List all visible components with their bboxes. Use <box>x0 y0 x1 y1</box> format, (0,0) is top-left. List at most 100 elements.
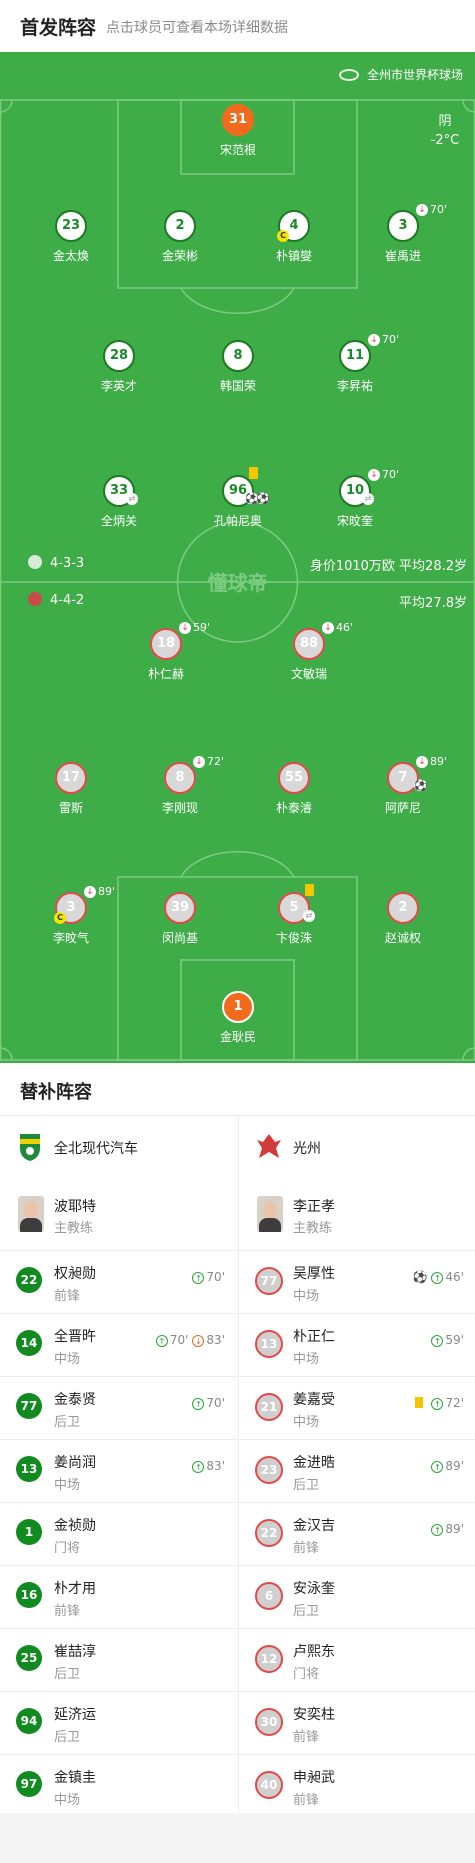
away-player-3[interactable]: 3 C ↓ 89' 李旼气 <box>26 885 116 946</box>
weather-condition: 阴 <box>438 114 452 129</box>
sub-row-away-40[interactable]: 40 申昶武 前锋 <box>239 1754 475 1818</box>
sub-row-away-21[interactable]: 21 姜嘉受 中场 ↑ 72' <box>239 1376 475 1440</box>
goal-icon: ⚽ <box>412 1270 428 1284</box>
away-player-7[interactable]: 7 ⚽ ↓ 89' 阿萨尼 <box>358 755 448 816</box>
sub-row-away-6[interactable]: 6 安泳奎 后卫 <box>239 1565 475 1629</box>
sub-row-away-13[interactable]: 13 朴正仁 中场 ↑ 59' <box>239 1313 475 1377</box>
sub-row-home-25[interactable]: 25 崔喆淳 后卫 <box>0 1628 237 1692</box>
sub-out-icon: ↓ <box>84 886 96 898</box>
home-player-96[interactable]: 96 ⚽ ⚽ 孔帕尼奥 <box>193 467 283 529</box>
sub-out-icon: ↓ <box>322 622 334 634</box>
away-subs-column: 光州 李正孝 主教练 77 吴厚性 中场 ⚽ ↑ 46' 13 朴正仁 中场 ↑ 59' 21 姜嘉… <box>238 1116 475 1813</box>
home-team-name: 全北现代汽车 <box>54 1141 138 1157</box>
yellow-card-icon <box>415 1397 424 1408</box>
sub-in-icon: ↑ <box>431 1398 444 1410</box>
sub-out-icon: ↓ <box>179 622 191 634</box>
away-team-logo-icon <box>257 1134 281 1158</box>
away-formation: 4-4-2 <box>28 592 84 608</box>
home-subs-column: 全北现代汽车 波耶特 主教练 22 权昶勋 前锋 ↑ 70' 14 全晋旿 中场 ↑ 70' ↓ 8… <box>0 1116 237 1813</box>
page-title: 首发阵容 <box>20 17 97 39</box>
assist-icon: ⇄ <box>362 493 374 505</box>
sub-row-away-77[interactable]: 77 吴厚性 中场 ⚽ ↑ 46' <box>239 1250 475 1314</box>
sub-in-icon: ↑ <box>431 1524 444 1536</box>
sub-row-away-23[interactable]: 23 金进晧 后卫 ↑ 89' <box>239 1439 475 1503</box>
home-team-logo-icon <box>20 1134 40 1161</box>
home-player-33[interactable]: 33 ⇄ 全炳关 <box>74 475 164 529</box>
home-player-23[interactable]: 23 金太焕 <box>26 210 116 264</box>
sub-row-away-22[interactable]: 22 金汉吉 前锋 ↑ 89' <box>239 1502 475 1566</box>
subs-title: 替补阵容 <box>20 1082 92 1103</box>
sub-row-home-22[interactable]: 22 权昶勋 前锋 ↑ 70' <box>0 1250 237 1314</box>
yellow-card-icon <box>305 884 314 896</box>
home-player-8[interactable]: 8 韩国荣 <box>193 340 283 394</box>
coach-avatar <box>257 1196 283 1232</box>
goal-icon: ⚽ <box>245 492 259 505</box>
home-player-3[interactable]: 3 ↓ 70' 崔禹进 <box>358 203 448 264</box>
sub-in-icon: ↑ <box>431 1461 444 1473</box>
weather: 阴 -2°C <box>420 112 470 150</box>
home-player-4[interactable]: 4 C 朴镇燮 <box>249 210 339 264</box>
goal-icon: ⚽ <box>256 492 270 505</box>
stadium-icon <box>338 69 359 81</box>
sub-row-home-16[interactable]: 16 朴才用 前锋 <box>0 1565 237 1629</box>
sub-out-icon: ↓ <box>416 204 428 216</box>
sub-out-icon: ↓ <box>368 334 380 346</box>
away-player-17[interactable]: 17 雷斯 <box>26 762 116 816</box>
sub-in-icon: ↑ <box>192 1272 205 1284</box>
page-subtitle: 点击球员可查看本场详细数据 <box>106 20 288 36</box>
home-player-31[interactable]: 31 宋范根 <box>193 104 283 158</box>
home-player-11[interactable]: 11 ↓ 70' 李昇祐 <box>310 333 400 394</box>
subs-header: 替补阵容 <box>0 1063 475 1116</box>
coach-role: 主教练 <box>54 1221 94 1236</box>
away-player-55[interactable]: 55 朴泰濬 <box>249 762 339 816</box>
sub-row-home-97[interactable]: 97 金镇圭 中场 <box>0 1754 237 1818</box>
home-team-value: 身价1010万欧 平均28.2岁 <box>309 559 467 574</box>
goal-icon: ⚽ <box>414 779 428 792</box>
assist-icon: ⇄ <box>303 910 315 922</box>
captain-icon: C <box>277 230 289 242</box>
yellow-card-icon <box>249 467 258 479</box>
sub-out-icon: ↓ <box>416 756 428 768</box>
venue-name: 全州市世界杯球场 <box>366 68 463 82</box>
coach-name: 波耶特 <box>54 1199 96 1215</box>
captain-icon: C <box>54 912 66 924</box>
home-coach[interactable]: 波耶特 主教练 <box>0 1190 230 1240</box>
sub-out-icon: ↓ <box>368 469 380 481</box>
away-player-5[interactable]: 5 ⇄ 卞俊洙 <box>249 884 339 946</box>
subs-panel: 全北现代汽车 波耶特 主教练 22 权昶勋 前锋 ↑ 70' 14 全晋旿 中场 ↑ 70' ↓ 8… <box>0 1116 475 1813</box>
sub-row-home-77[interactable]: 77 金泰贤 后卫 ↑ 70' <box>0 1376 237 1440</box>
sub-out-icon: ↓ <box>192 1335 205 1347</box>
sub-in-icon: ↑ <box>431 1335 444 1347</box>
away-player-18[interactable]: 18 ↓ 59' 朴仁赫 <box>121 621 211 682</box>
away-player-39[interactable]: 39 闵尚基 <box>135 892 225 946</box>
sub-in-icon: ↑ <box>192 1461 205 1473</box>
sub-in-icon: ↑ <box>155 1335 168 1347</box>
watermark-text: 懂球帝 <box>208 571 268 595</box>
home-player-10[interactable]: 10 ⇄ ↓ 70' 宋旼奎 <box>310 468 400 529</box>
sub-in-icon: ↑ <box>431 1272 444 1284</box>
sub-row-home-1[interactable]: 1 金祯勋 门将 <box>0 1502 237 1566</box>
home-team-logo-icon <box>28 555 42 569</box>
home-team[interactable]: 全北现代汽车 <box>0 1130 230 1166</box>
venue: 全州市世界杯球场 <box>338 66 463 83</box>
sub-out-icon: ↓ <box>193 756 205 768</box>
away-player-2[interactable]: 2 赵诚权 <box>358 892 448 946</box>
coach-name: 李正孝 <box>293 1199 335 1215</box>
sub-row-away-12[interactable]: 12 卢熙东 门将 <box>239 1628 475 1692</box>
away-player-88[interactable]: 88 ↓ 46' 文敏瑞 <box>264 621 354 682</box>
away-player-8[interactable]: 8 ↓ 72' 李刚现 <box>135 755 225 816</box>
away-team-age: 平均27.8岁 <box>399 596 467 611</box>
sub-row-home-94[interactable]: 94 延济运 后卫 <box>0 1691 237 1755</box>
coach-role: 主教练 <box>293 1221 333 1236</box>
home-player-2[interactable]: 2 金荣彬 <box>135 210 225 264</box>
away-player-1[interactable]: 1 金耿民 <box>193 991 283 1045</box>
away-team[interactable]: 光州 <box>239 1130 469 1166</box>
assist-icon: ⇄ <box>126 493 138 505</box>
away-team-name: 光州 <box>293 1141 321 1157</box>
home-player-28[interactable]: 28 李英才 <box>74 340 164 394</box>
away-coach[interactable]: 李正孝 主教练 <box>239 1190 469 1240</box>
sub-row-away-30[interactable]: 30 安奕柱 前锋 <box>239 1691 475 1755</box>
sub-row-home-13[interactable]: 13 姜尚润 中场 ↑ 83' <box>0 1439 237 1503</box>
sub-row-home-14[interactable]: 14 全晋旿 中场 ↑ 70' ↓ 83' <box>0 1313 237 1377</box>
lineup-header: 首发阵容 点击球员可查看本场详细数据 <box>0 0 475 52</box>
